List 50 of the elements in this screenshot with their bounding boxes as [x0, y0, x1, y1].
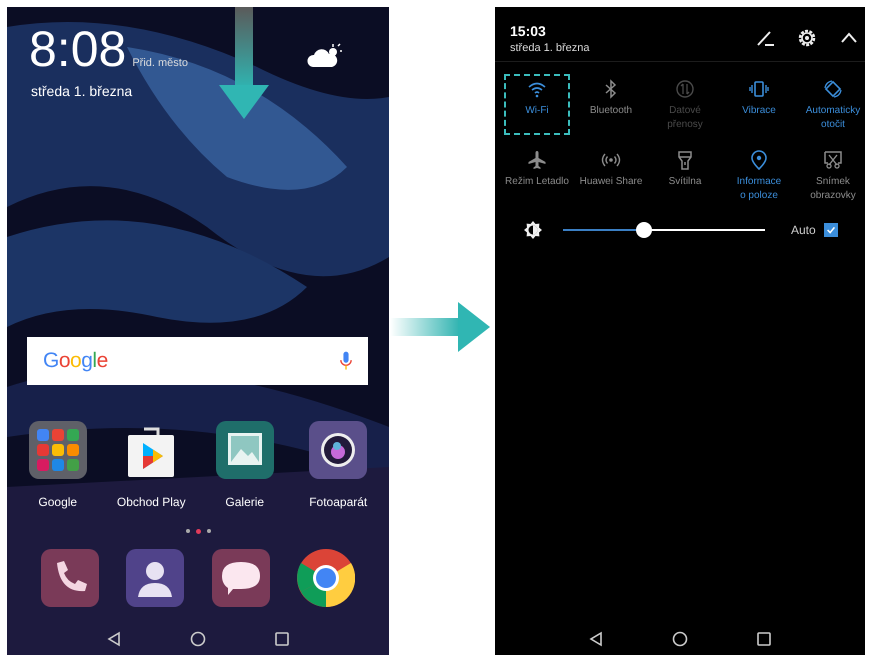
slider-thumb[interactable]	[636, 222, 652, 238]
page-dot[interactable]	[196, 529, 200, 534]
back-button[interactable]	[588, 631, 604, 647]
time-text: 15:03	[510, 22, 547, 38]
quick-toggle[interactable]: Wi-Fi	[500, 70, 574, 139]
search-bar[interactable]: Google	[27, 337, 368, 385]
quick-toggle[interactable]: Automaticky otočit	[796, 70, 870, 139]
recents-button[interactable]	[274, 631, 290, 647]
auto-checkbox[interactable]	[824, 223, 838, 237]
vibrate-icon	[749, 79, 769, 99]
home-button[interactable]	[672, 631, 688, 647]
message-icon[interactable]	[212, 549, 270, 607]
browser-icon[interactable]	[297, 549, 356, 607]
quick-toggle[interactable]: Informace o poloze	[722, 141, 796, 210]
quick-toggle[interactable]: Režim Letadlo	[500, 141, 574, 210]
recents-button[interactable]	[756, 631, 772, 647]
back-button[interactable]	[106, 631, 122, 647]
auto-label: Auto	[791, 223, 816, 237]
settings-icon[interactable]	[797, 28, 817, 48]
airplane-icon	[527, 150, 547, 170]
checkmark-icon	[824, 224, 837, 236]
quick-toggle[interactable]: Svítilna	[648, 141, 722, 210]
add-city-link[interactable]: Přid. město	[132, 57, 188, 69]
app-label: Fotoaparát	[309, 495, 368, 509]
date-text: středa 1. března	[31, 83, 134, 99]
clock-time: 8:08	[29, 23, 126, 75]
quick-toggle[interactable]: Vibrace	[722, 70, 796, 139]
page-dot[interactable]	[186, 529, 190, 533]
quick-toggle[interactable]: Bluetooth	[574, 70, 648, 139]
app-label: Galerie	[225, 495, 264, 509]
app-label: Google	[38, 495, 78, 509]
quick-toggle[interactable]: Huawei Share	[574, 141, 648, 210]
partly-cloudy-icon	[307, 43, 343, 69]
brightness-icon	[523, 220, 543, 240]
microphone-icon[interactable]	[340, 351, 352, 371]
location-icon	[749, 150, 769, 170]
google-logo: Google	[43, 349, 108, 373]
gallery-icon[interactable]	[216, 421, 274, 479]
rotate-icon	[823, 79, 843, 99]
data-icon	[675, 79, 695, 99]
page-dot[interactable]	[206, 529, 210, 533]
home-button[interactable]	[190, 631, 206, 647]
folder-icon[interactable]	[28, 421, 87, 479]
screenshot-icon	[823, 150, 843, 170]
phone-icon[interactable]	[40, 549, 99, 607]
camera-icon[interactable]	[309, 421, 368, 479]
date-text: středa 1. března	[510, 42, 590, 54]
app-label: Obchod Play	[116, 495, 186, 509]
quick-toggle[interactable]: Snímek obrazovky	[796, 141, 870, 210]
contact-icon[interactable]	[126, 549, 184, 607]
